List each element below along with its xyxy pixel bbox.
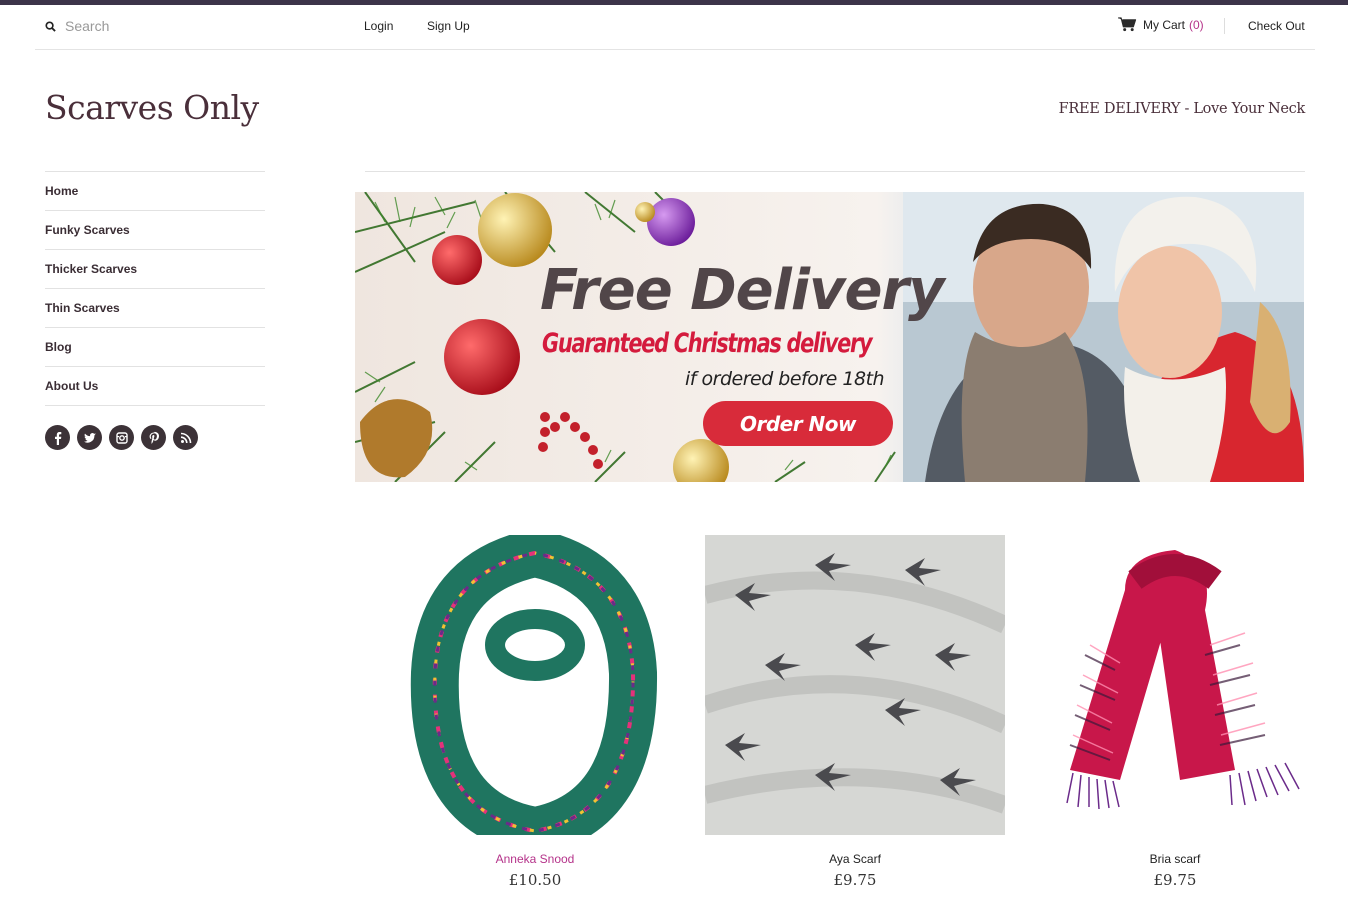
facebook-icon[interactable] (45, 425, 70, 450)
search-box (45, 18, 265, 34)
banner-note: if ordered before 18th (685, 368, 885, 390)
order-now-button[interactable]: Order Now (703, 401, 893, 446)
product-card[interactable]: Anneka Snood £10.50 (385, 535, 685, 889)
sidebar-item-thin-scarves[interactable]: Thin Scarves (45, 288, 265, 327)
product-name[interactable]: Aya Scarf (705, 852, 1005, 866)
product-image[interactable] (705, 535, 1005, 835)
social-links (45, 425, 205, 450)
product-name[interactable]: Anneka Snood (385, 852, 685, 866)
login-link[interactable]: Login (364, 19, 393, 33)
instagram-icon[interactable] (109, 425, 134, 450)
divider (1224, 18, 1225, 34)
product-price: £9.75 (1153, 871, 1197, 889)
cart-icon (1118, 17, 1137, 32)
product-price: £9.75 (833, 871, 877, 889)
my-cart-link[interactable]: My Cart (0) (1118, 17, 1204, 32)
cart-count: (0) (1189, 17, 1204, 32)
tagline: FREE DELIVERY - Love Your Neck (1058, 101, 1306, 117)
product-card[interactable]: Aya Scarf £9.75 (705, 535, 1005, 889)
sidebar-item-about-us[interactable]: About Us (45, 366, 265, 406)
checkout-link[interactable]: Check Out (1248, 19, 1305, 33)
sidebar-item-thicker-scarves[interactable]: Thicker Scarves (45, 249, 265, 288)
sidebar-nav: Home Funky Scarves Thicker Scarves Thin … (45, 171, 265, 406)
sidebar-item-blog[interactable]: Blog (45, 327, 265, 366)
search-icon[interactable] (45, 20, 56, 32)
site-logo[interactable]: Scarves Only (45, 88, 259, 127)
content-divider (365, 171, 1305, 172)
banner-title: Free Delivery (540, 258, 945, 323)
twitter-icon[interactable] (77, 425, 102, 450)
top-bar: Login Sign Up My Cart (0) Check Out (35, 5, 1315, 50)
banner-subtitle: Guaranteed Christmas delivery (542, 328, 873, 359)
product-image[interactable] (1025, 535, 1325, 835)
promo-banner[interactable]: Free Delivery Guaranteed Christmas deliv… (355, 192, 1304, 482)
pinterest-icon[interactable] (141, 425, 166, 450)
product-price: £10.50 (508, 871, 562, 889)
signup-link[interactable]: Sign Up (427, 19, 470, 33)
cart-label: My Cart (1143, 17, 1185, 32)
rss-icon[interactable] (173, 425, 198, 450)
search-input[interactable] (65, 18, 265, 34)
sidebar-item-home[interactable]: Home (45, 171, 265, 210)
sidebar-item-funky-scarves[interactable]: Funky Scarves (45, 210, 265, 249)
product-card[interactable]: Bria scarf £9.75 (1025, 535, 1325, 889)
product-image[interactable] (385, 535, 685, 835)
product-name[interactable]: Bria scarf (1025, 852, 1325, 866)
